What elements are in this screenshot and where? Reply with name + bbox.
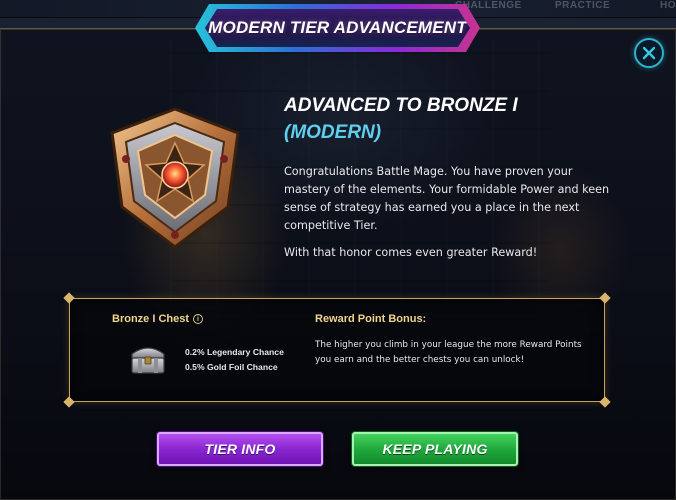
title-banner: MODERN TIER ADVANCEMENT xyxy=(205,9,470,47)
nav-item-more[interactable]: HO xyxy=(660,0,676,11)
congratulations-message: Congratulations Battle Mage. You have pr… xyxy=(284,165,610,232)
nav-item-practice[interactable]: PRACTICE xyxy=(555,0,610,11)
bonus-title: Reward Point Bonus: xyxy=(315,313,427,325)
keep-playing-button[interactable]: KEEP PLAYING xyxy=(352,432,518,466)
chest-title-label: Bronze I Chest xyxy=(112,313,190,325)
headline-format: (MODERN) xyxy=(284,122,382,143)
treasure-chest-icon xyxy=(131,347,165,374)
bronze-tier-shield-icon xyxy=(110,107,240,249)
gold-foil-chance: 0.5% Gold Foil Chance xyxy=(185,362,278,372)
bonus-description: The higher you climb in your league the … xyxy=(315,340,582,365)
chance-list: 0.2% Legendary Chance 0.5% Gold Foil Cha… xyxy=(185,345,284,375)
tier-info-button[interactable]: TIER INFO xyxy=(157,432,323,466)
info-icon[interactable]: i xyxy=(193,314,204,324)
legendary-chance: 0.2% Legendary Chance xyxy=(185,347,284,357)
headline-tier-name: ADVANCED TO BRONZE I xyxy=(284,95,518,116)
reward-message: With that honor comes even greater Rewar… xyxy=(284,246,538,259)
modal-title: MODERN TIER ADVANCEMENT xyxy=(208,18,467,37)
close-button[interactable] xyxy=(634,38,664,68)
chest-title: Bronze I Chest i xyxy=(112,313,204,325)
tier-headline: ADVANCED TO BRONZE I (MODERN) xyxy=(284,92,644,146)
close-icon xyxy=(642,46,656,60)
